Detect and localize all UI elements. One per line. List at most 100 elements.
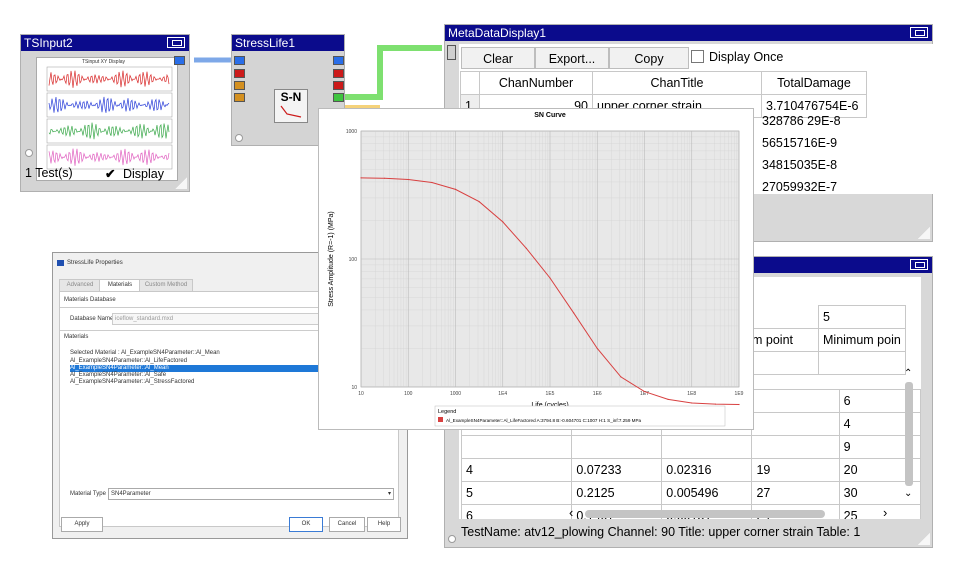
export-button[interactable]: Export... bbox=[535, 47, 609, 69]
resize-grip-icon[interactable] bbox=[918, 533, 930, 545]
vertical-scrollbar[interactable]: ⌃ ⌄ bbox=[902, 368, 916, 508]
row-index-cell: 6 bbox=[460, 504, 573, 519]
material-list-item[interactable]: Al_ExampleSN4Parameter::Al_LifeFactored bbox=[70, 358, 320, 365]
scroll-thumb-vertical[interactable] bbox=[905, 382, 913, 486]
cell-value-c bbox=[751, 412, 840, 436]
material-type-label: Material Type bbox=[70, 491, 106, 497]
cell-value-a bbox=[571, 435, 663, 459]
data-point bbox=[407, 178, 409, 181]
y-tick-label: 100 bbox=[349, 257, 358, 263]
sn-curve-chart: 10 100 1000 1E4 1E5 1E6 1E7 1E8 1E9100010010SN C… bbox=[328, 112, 744, 427]
metadata-title: MetaDataDisplay1 bbox=[448, 26, 547, 40]
col-chan-number[interactable]: ChanNumber bbox=[479, 71, 593, 95]
dropdown-arrow-icon: ▾ bbox=[387, 491, 391, 497]
material-type-value: SN4Parameter bbox=[111, 491, 151, 497]
display-once-checkbox[interactable] bbox=[691, 50, 704, 63]
input-port-blue[interactable] bbox=[234, 56, 245, 65]
output-port-red-2[interactable] bbox=[333, 81, 344, 90]
ok-button[interactable]: OK bbox=[289, 517, 323, 532]
tsinput-titlebar[interactable]: TSInput2 bbox=[21, 35, 189, 51]
partial-cell: 56515716E-9 bbox=[762, 136, 838, 150]
data-point bbox=[691, 402, 693, 404]
data-point bbox=[667, 398, 669, 400]
table-header-row: ChanNumber ChanTitle TotalDamage bbox=[460, 71, 867, 95]
restore-icon[interactable] bbox=[910, 259, 928, 270]
x-tick-label: 1E5 bbox=[546, 391, 555, 397]
stresslife-titlebar[interactable]: StressLife1 bbox=[232, 35, 344, 51]
cell-value-b: 0.02316 bbox=[661, 458, 753, 482]
legend-swatch bbox=[438, 417, 443, 422]
apply-button[interactable]: Apply bbox=[61, 517, 103, 532]
status-dot bbox=[235, 134, 243, 142]
y-axis-label: Stress Amplitude (R=-1) (MPa) bbox=[328, 211, 335, 307]
status-dot bbox=[448, 535, 456, 543]
resize-grip-icon[interactable] bbox=[918, 227, 930, 239]
material-list[interactable]: Al_ExampleSN4Parameter::Al_LifeFactored A… bbox=[70, 358, 320, 386]
database-name-label: Database Name bbox=[70, 316, 114, 322]
scroll-thumb-horizontal[interactable] bbox=[585, 510, 825, 518]
tsinput-title: TSInput2 bbox=[24, 36, 73, 50]
resize-grip-icon[interactable] bbox=[175, 177, 187, 189]
scroll-right-icon[interactable]: › bbox=[883, 505, 887, 520]
materials-database-label: Materials Database bbox=[64, 297, 116, 303]
legend-entry: Al_ExampleSN4Parameter::Al_LifeFactored … bbox=[446, 418, 642, 423]
material-list-item[interactable]: Al_ExampleSN4Parameter::Al_StressFactore… bbox=[70, 379, 320, 386]
material-list-item[interactable]: Al_ExampleSN4Parameter::Al_Mean bbox=[70, 365, 320, 372]
sn-curve-popup[interactable]: 10 100 1000 1E4 1E5 1E6 1E7 1E8 1E9 1000 100 10 SN C… bbox=[318, 108, 754, 430]
col-total-damage[interactable]: TotalDamage bbox=[761, 71, 867, 95]
output-port[interactable] bbox=[174, 56, 185, 65]
y-tick-label: 10 bbox=[351, 385, 357, 391]
scroll-down-icon[interactable]: ⌄ bbox=[904, 488, 912, 499]
x-tick-label: 1E9 bbox=[735, 391, 744, 397]
metadata-titlebar[interactable]: MetaDataDisplay1 bbox=[445, 25, 932, 41]
row-index-cell: 5 bbox=[460, 481, 573, 505]
scroll-up-icon[interactable]: ⌃ bbox=[904, 368, 912, 379]
cell-value-c: 27 bbox=[751, 481, 840, 505]
lower-header-table: 5 m point Minimum poin bbox=[747, 305, 906, 375]
input-port-orange-1[interactable] bbox=[234, 81, 245, 90]
material-list-item[interactable]: Al_ExampleSN4Parameter::Al_Safe bbox=[70, 372, 320, 379]
data-point bbox=[478, 201, 480, 203]
table-row[interactable]: 9 bbox=[460, 435, 921, 459]
data-point bbox=[573, 312, 575, 314]
scroll-left-icon[interactable]: ‹ bbox=[569, 505, 573, 520]
data-point bbox=[643, 391, 646, 393]
tests-count: 1 Test(s) bbox=[25, 166, 73, 180]
data-point bbox=[431, 181, 433, 184]
connector-stresslife-to-metadata[interactable] bbox=[345, 45, 442, 100]
help-button[interactable]: Help bbox=[367, 517, 401, 532]
data-point bbox=[360, 177, 362, 179]
restore-icon[interactable] bbox=[167, 37, 185, 48]
clear-button[interactable]: Clear bbox=[461, 47, 535, 69]
material-type-select[interactable]: SN4Parameter ▾ bbox=[108, 488, 394, 500]
y-tick-label: 1000 bbox=[346, 129, 357, 135]
input-port-red[interactable] bbox=[234, 69, 245, 78]
cancel-button[interactable]: Cancel bbox=[329, 517, 365, 532]
legend-title: Legend bbox=[438, 409, 456, 415]
copy-button[interactable]: Copy bbox=[609, 47, 689, 69]
cell-value-c: 19 bbox=[751, 458, 840, 482]
sn-icon: S-N bbox=[274, 89, 308, 123]
table-row[interactable]: 5 0.2125 0.005496 27 30 bbox=[460, 481, 921, 505]
tsinput-preview[interactable]: TSinput XY Display bbox=[36, 57, 178, 181]
display-checkbox[interactable]: ✔ Display bbox=[105, 166, 164, 181]
x-tick-label: 1E8 bbox=[687, 391, 696, 397]
output-port-green[interactable] bbox=[333, 93, 344, 102]
tsinput-window[interactable]: TSInput2 TSinput XY Display 1 Test(s) ✔ … bbox=[20, 34, 190, 192]
output-port-red-1[interactable] bbox=[333, 69, 344, 78]
output-port-blue[interactable] bbox=[333, 56, 344, 65]
horizontal-scrollbar[interactable]: ‹ › bbox=[565, 505, 895, 521]
cell-value-c bbox=[751, 435, 840, 459]
table-row[interactable]: 4 0.07233 0.02316 19 20 bbox=[460, 458, 921, 482]
materials-label: Materials bbox=[64, 334, 89, 340]
row-index-header bbox=[460, 71, 480, 95]
status-bar: TestName: atv12_plowing Channel: 90 Titl… bbox=[461, 525, 861, 539]
data-point bbox=[620, 376, 622, 378]
restore-icon[interactable] bbox=[910, 27, 928, 38]
cell-value-a: 0.07233 bbox=[571, 458, 663, 482]
data-point bbox=[502, 221, 504, 223]
col-chan-title[interactable]: ChanTitle bbox=[592, 71, 762, 95]
data-point bbox=[714, 403, 716, 405]
input-port-orange-2[interactable] bbox=[234, 93, 245, 102]
input-port-grey[interactable] bbox=[447, 45, 456, 60]
